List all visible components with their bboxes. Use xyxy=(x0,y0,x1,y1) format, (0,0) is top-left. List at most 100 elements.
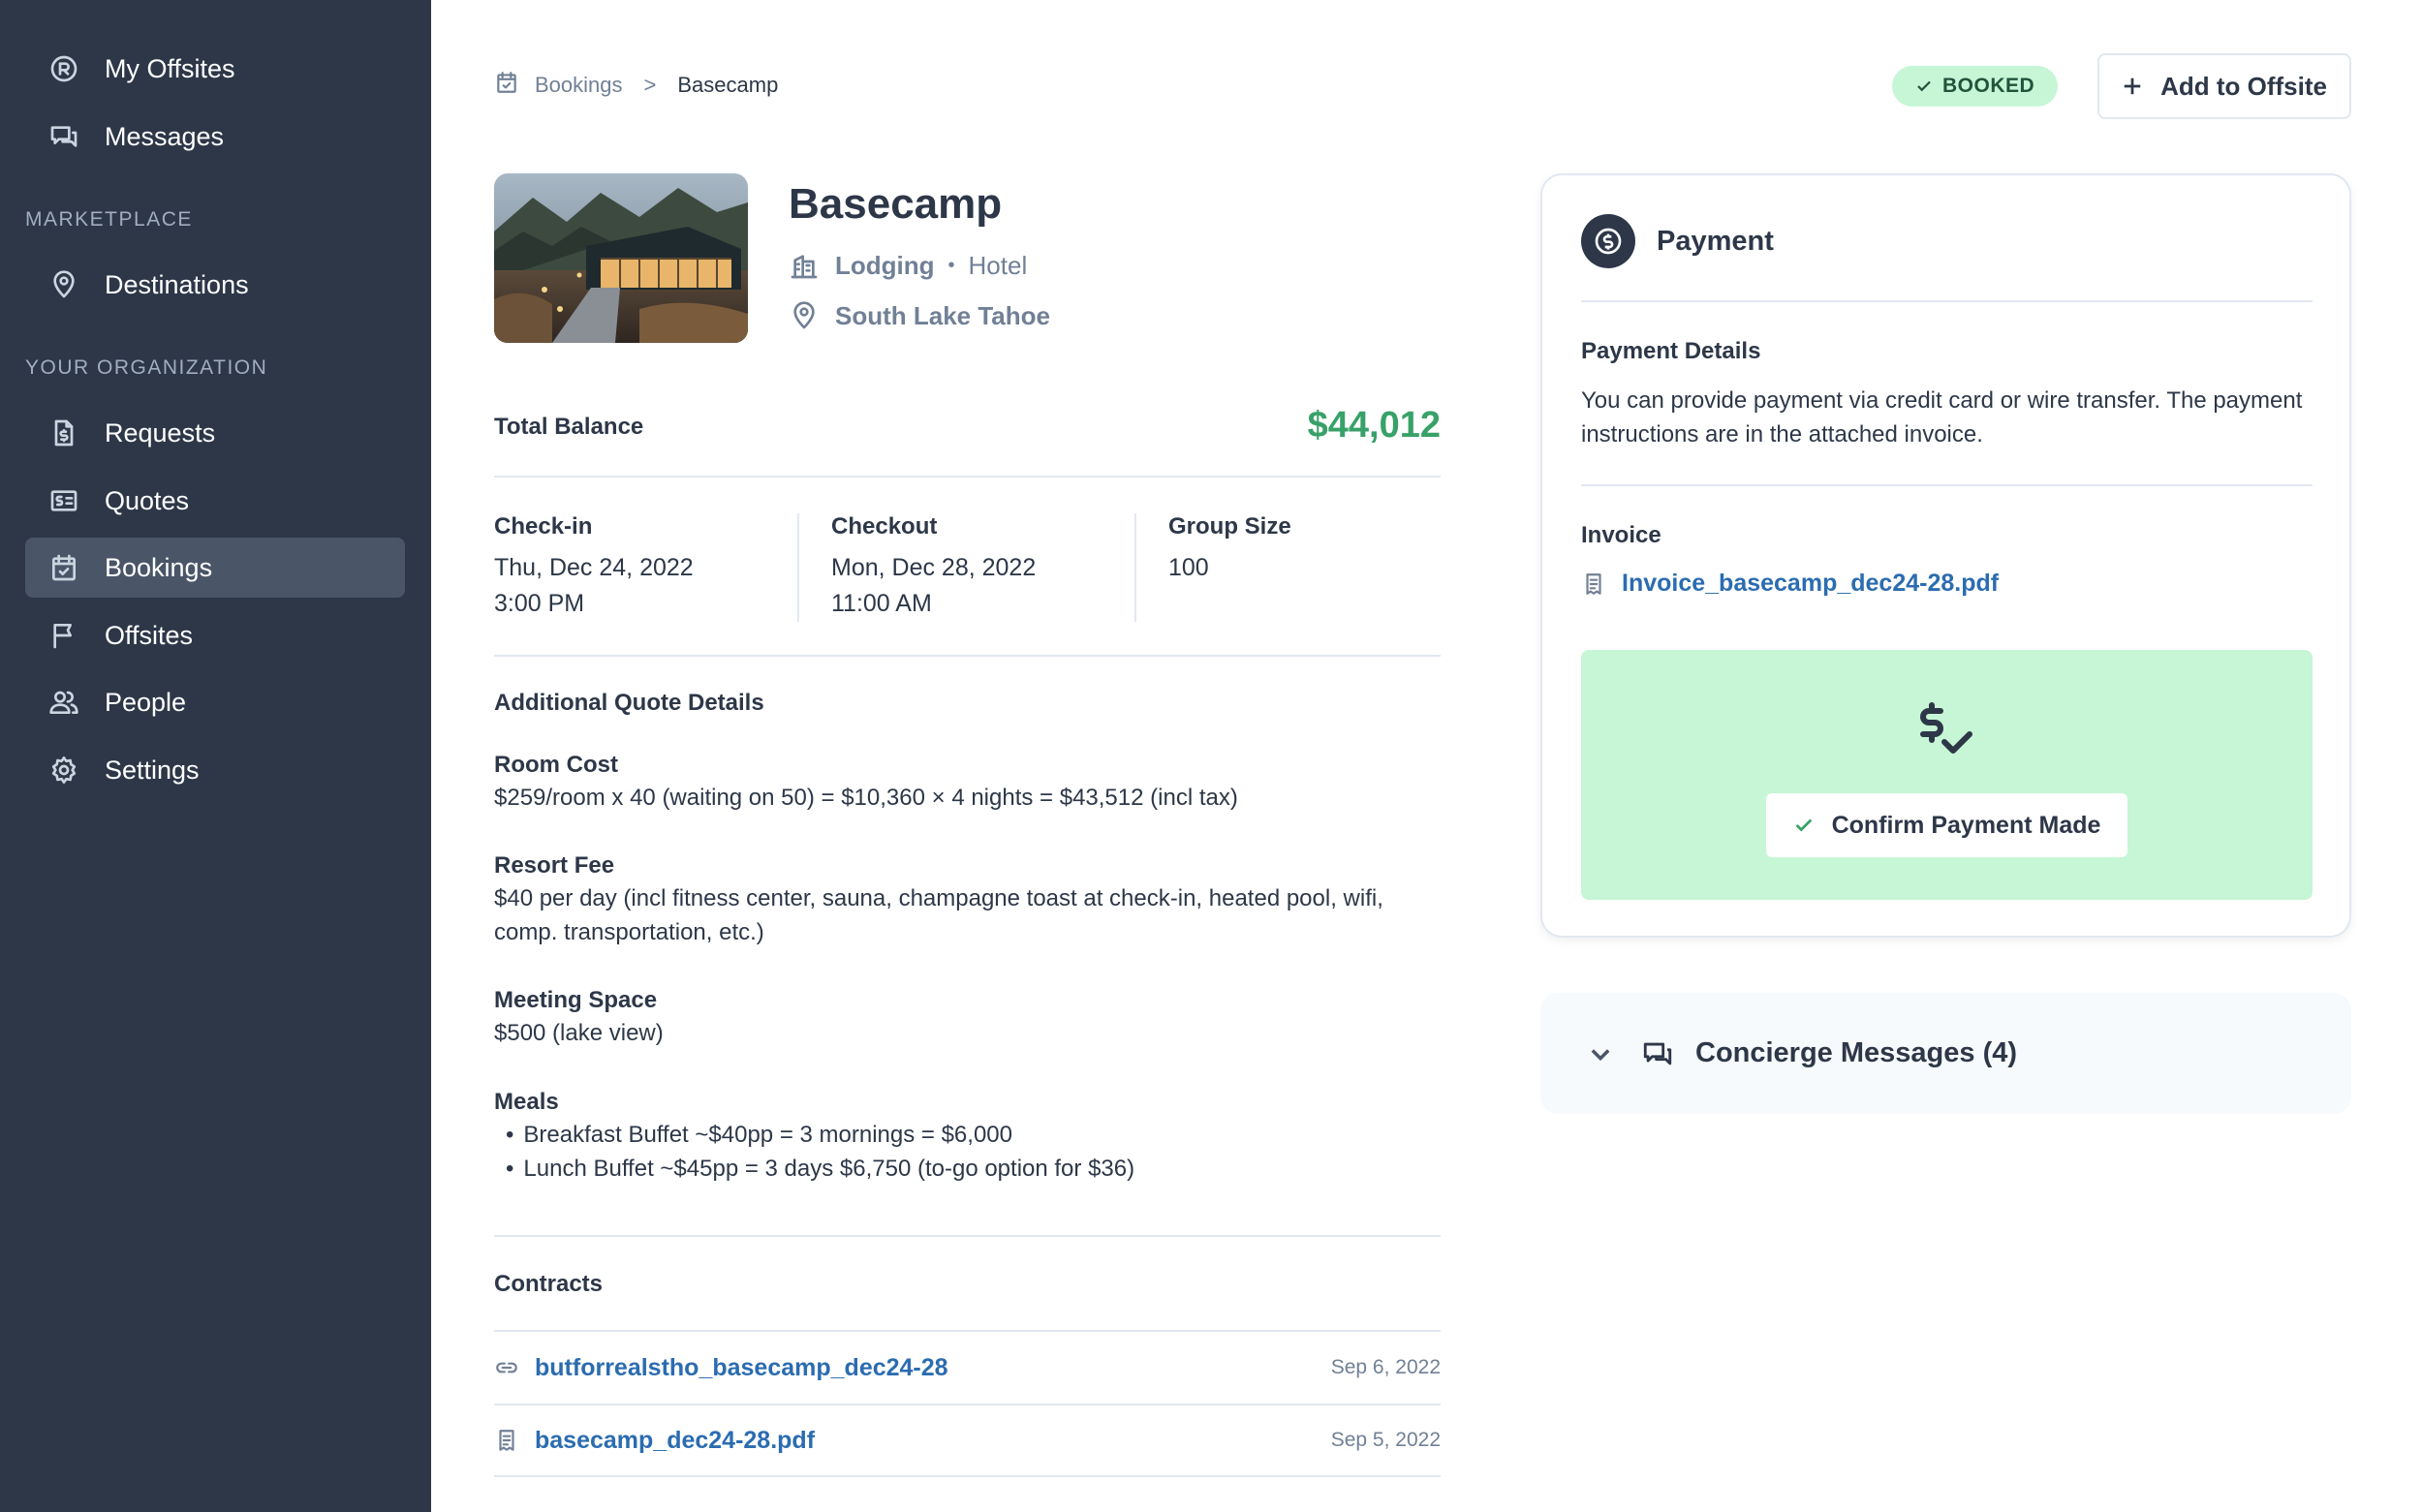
venue-category: Lodging xyxy=(835,250,935,280)
meeting-space-label: Meeting Space xyxy=(494,987,658,1013)
meals-list: Breakfast Buffet ~$40pp = 3 mornings = $… xyxy=(494,1118,1441,1186)
add-to-offsite-label: Add to Offsite xyxy=(2160,71,2327,101)
status-label: BOOKED xyxy=(1942,75,2035,97)
invoice-link[interactable]: Invoice_basecamp_dec24-28.pdf xyxy=(1581,570,1999,598)
breadcrumb-current: Basecamp xyxy=(677,73,779,97)
divider xyxy=(797,513,799,622)
divider xyxy=(494,1235,1441,1237)
meals-detail: Meals Breakfast Buffet ~$40pp = 3 mornin… xyxy=(494,1089,1441,1186)
total-balance-label: Total Balance xyxy=(494,414,644,440)
status-badge: BOOKED xyxy=(1892,66,2059,107)
contract-row: butforrealstho_basecamp_dec24-28 Sep 6, … xyxy=(494,1330,1441,1404)
people-icon xyxy=(48,687,79,718)
contract-date: Sep 5, 2022 xyxy=(1330,1429,1441,1451)
sidebar-item-label: Quotes xyxy=(105,485,190,515)
meals-label: Meals xyxy=(494,1089,559,1115)
bill-icon xyxy=(48,485,79,516)
venue-subtype: Hotel xyxy=(968,250,1028,280)
confirm-payment-button[interactable]: Confirm Payment Made xyxy=(1766,793,2127,857)
marketplace-heading: MARKETPLACE xyxy=(25,208,193,231)
sidebar-item-settings[interactable]: Settings xyxy=(25,740,405,800)
link-icon xyxy=(496,1362,517,1373)
sidebar-item-label: Destinations xyxy=(105,269,249,299)
sidebar-item-offsites[interactable]: Offsites xyxy=(25,605,405,665)
sidebar-item-requests[interactable]: Requests xyxy=(25,403,405,463)
resort-fee-detail: Resort Fee $40 per day (incl fitness cen… xyxy=(494,852,1441,949)
sidebar-item-label: Requests xyxy=(105,417,216,447)
sidebar-item-bookings[interactable]: Bookings xyxy=(25,538,405,598)
meeting-space-text: $500 (lake view) xyxy=(494,1020,664,1046)
sidebar-item-label: People xyxy=(105,687,187,717)
total-balance-value: $44,012 xyxy=(1307,405,1441,446)
flag-icon xyxy=(48,620,79,651)
divider xyxy=(1581,484,2313,486)
sidebar: My Offsites Messages MARKETPLACE Destina… xyxy=(0,0,431,1512)
contracts-title: Contracts xyxy=(494,1271,604,1297)
payment-title: Payment xyxy=(1657,226,1774,257)
room-cost-text: $259/room x 40 (waiting on 50) = $10,360… xyxy=(494,785,1238,811)
receipt-icon xyxy=(499,1430,514,1451)
breadcrumb-bookings-link[interactable]: Bookings xyxy=(535,73,623,98)
venue-photo xyxy=(494,173,748,343)
room-cost-label: Room Cost xyxy=(494,752,618,778)
concierge-messages-toggle[interactable]: Concierge Messages (4) xyxy=(1540,993,2351,1114)
venue-type: Lodging • Hotel xyxy=(789,250,1027,281)
calendar-icon xyxy=(494,70,519,101)
list-item: Lunch Buffet ~$45pp = 3 days $6,750 (to-… xyxy=(494,1152,1441,1186)
plus-icon xyxy=(2124,77,2141,95)
venue-name: Basecamp xyxy=(789,180,1003,228)
dot-separator: • xyxy=(947,254,955,276)
sidebar-item-quotes[interactable]: Quotes xyxy=(25,471,405,531)
divider xyxy=(1134,513,1136,622)
chevron-down-icon xyxy=(1591,1048,1610,1061)
contract-link[interactable]: butforrealstho_basecamp_dec24-28 xyxy=(535,1354,1331,1382)
confirm-payment-panel: Confirm Payment Made xyxy=(1581,650,2313,900)
map-pin-icon xyxy=(793,301,815,329)
concierge-title: Concierge Messages (4) xyxy=(1695,1037,2018,1068)
checkin-time: 3:00 PM xyxy=(494,590,585,617)
messages-icon xyxy=(48,121,79,152)
breadcrumb: Bookings > Basecamp xyxy=(494,70,778,101)
calendar-check-icon xyxy=(48,552,79,583)
messages-icon xyxy=(1643,1042,1672,1065)
checkout-date: Mon, Dec 28, 2022 xyxy=(831,554,1037,581)
sidebar-item-label: My Offsites xyxy=(105,53,235,83)
contract-row: basecamp_dec24-28.pdf Sep 5, 2022 xyxy=(494,1404,1441,1477)
chevron-right-icon: > xyxy=(643,73,657,97)
document-dollar-icon xyxy=(48,417,79,448)
venue-location-text: South Lake Tahoe xyxy=(835,300,1050,330)
contract-link[interactable]: basecamp_dec24-28.pdf xyxy=(535,1427,1331,1455)
room-cost-detail: Room Cost $259/room x 40 (waiting on 50)… xyxy=(494,752,1441,815)
resort-fee-text: $40 per day (incl fitness center, sauna,… xyxy=(494,885,1383,945)
sidebar-item-label: Offsites xyxy=(105,620,194,650)
sidebar-item-destinations[interactable]: Destinations xyxy=(25,255,405,315)
sidebar-item-my-offsites[interactable]: My Offsites xyxy=(25,39,405,99)
sidebar-item-label: Bookings xyxy=(105,552,213,582)
group-size-value: 100 xyxy=(1168,554,1209,581)
sidebar-item-label: Settings xyxy=(105,755,200,785)
invoice-label: Invoice xyxy=(1581,522,1661,548)
checkout-time: 11:00 AM xyxy=(831,590,932,617)
divider xyxy=(494,476,1441,478)
organization-heading: YOUR ORGANIZATION xyxy=(25,356,268,379)
sidebar-item-people[interactable]: People xyxy=(25,672,405,732)
payment-details-label: Payment Details xyxy=(1581,338,1761,364)
payment-card: Payment Payment Details You can provide … xyxy=(1540,173,2351,938)
list-item: Breakfast Buffet ~$40pp = 3 mornings = $… xyxy=(494,1118,1441,1152)
check-icon xyxy=(1795,818,1812,832)
divider xyxy=(1581,300,2313,302)
group-size-label: Group Size xyxy=(1168,513,1291,540)
add-to-offsite-button[interactable]: Add to Offsite xyxy=(2097,53,2351,119)
building-icon xyxy=(791,255,818,279)
sidebar-item-label: Messages xyxy=(105,121,225,151)
checkout-label: Checkout xyxy=(831,513,938,540)
dollar-check-icon xyxy=(1920,702,1972,754)
invoice-file-name: Invoice_basecamp_dec24-28.pdf xyxy=(1622,570,2000,597)
check-icon xyxy=(1917,80,1931,92)
meeting-space-detail: Meeting Space $500 (lake view) xyxy=(494,987,1441,1050)
receipt-icon xyxy=(1586,572,1601,595)
checkout-stat: Checkout Mon, Dec 28, 2022 11:00 AM xyxy=(831,513,1122,618)
sidebar-item-messages[interactable]: Messages xyxy=(25,107,405,167)
quote-details-title: Additional Quote Details xyxy=(494,690,764,716)
contract-date: Sep 6, 2022 xyxy=(1330,1356,1441,1378)
